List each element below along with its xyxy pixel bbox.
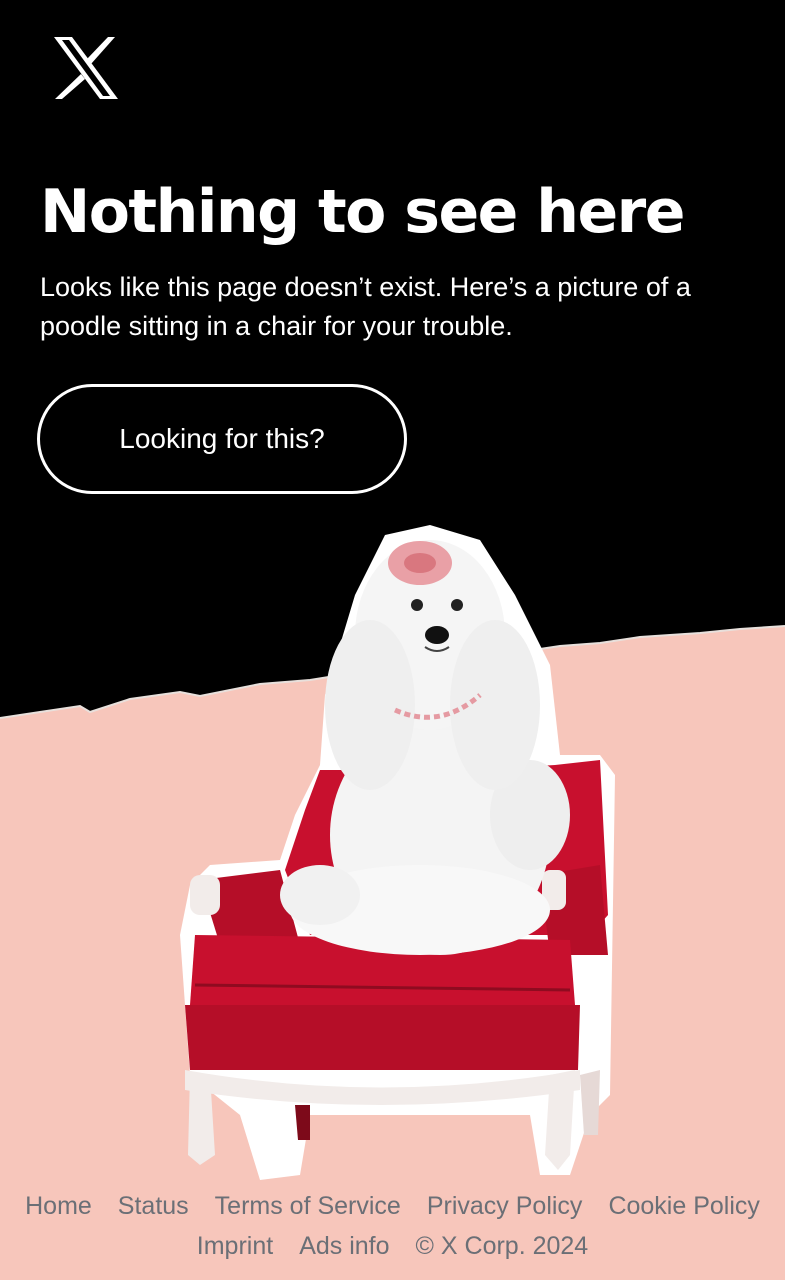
footer-link-privacy[interactable]: Privacy Policy <box>427 1192 583 1221</box>
footer-link-ads-info[interactable]: Ads info <box>299 1232 389 1261</box>
copyright-text: © X Corp. 2024 <box>415 1231 589 1260</box>
x-logo-icon[interactable] <box>52 36 120 100</box>
footer: Home Status Terms of Service Privacy Pol… <box>0 1186 785 1266</box>
footer-link-imprint[interactable]: Imprint <box>197 1232 273 1261</box>
page-subtitle: Looks like this page doesn’t exist. Here… <box>40 272 691 341</box>
footer-link-home[interactable]: Home <box>25 1192 92 1221</box>
footer-row-1: Home Status Terms of Service Privacy Pol… <box>0 1186 785 1226</box>
footer-row-2: Imprint Ads info © X Corp. 2024 <box>0 1226 785 1266</box>
footer-link-terms[interactable]: Terms of Service <box>215 1192 401 1221</box>
poodle-in-chair-illustration <box>180 525 615 1180</box>
looking-for-this-button[interactable]: Looking for this? <box>37 384 407 494</box>
page-title: Nothing to see here <box>40 177 685 247</box>
not-found-page: Nothing to see here Looks like this page… <box>0 0 785 1280</box>
footer-link-status[interactable]: Status <box>118 1192 189 1221</box>
footer-link-cookie[interactable]: Cookie Policy <box>608 1192 759 1221</box>
